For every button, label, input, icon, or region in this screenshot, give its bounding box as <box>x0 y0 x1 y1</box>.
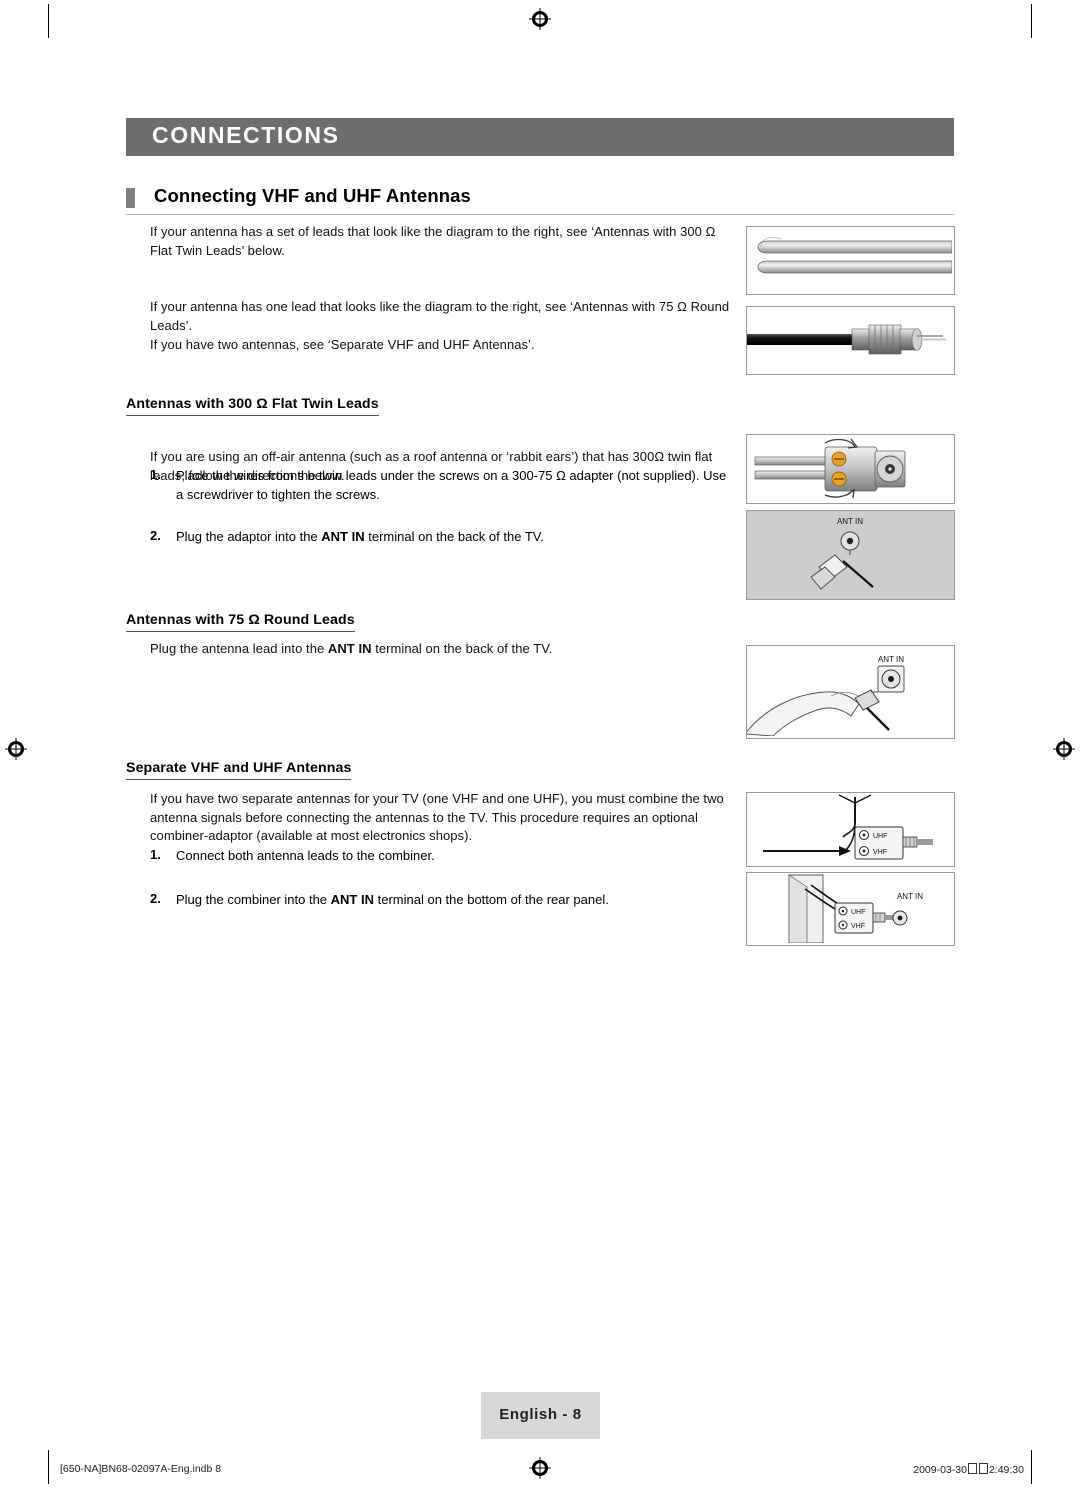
figure-flat-twin-leads <box>746 226 955 295</box>
manual-page: CONNECTIONS Connecting VHF and UHF Anten… <box>0 0 1080 1488</box>
svg-text:UHF: UHF <box>873 833 887 840</box>
step2-text-part2: terminal on the back of the TV. <box>364 529 544 544</box>
figure-adaptor-into-ant-in: ANT IN <box>746 510 955 600</box>
step-number-2-300ohm: 2. <box>150 528 161 543</box>
subsection-title-75ohm: Antennas with 75 Ω Round Leads <box>126 612 355 632</box>
ant-in-label-3: ANT IN <box>330 892 374 907</box>
figure-round-lead <box>746 306 955 375</box>
figure-300-75-adapter <box>746 434 955 504</box>
paragraph-75ohm: Plug the antenna lead into the ANT IN te… <box>150 640 750 659</box>
intro-paragraph-3: If you have two antennas, see ‘Separate … <box>150 337 535 352</box>
registration-mark-top-icon <box>529 8 551 30</box>
footer-timestamp: 2009-03-30 2:49:30 <box>913 1463 1024 1476</box>
figure-combiner: UHF VHF <box>746 792 955 867</box>
step-number-1-separate: 1. <box>150 847 161 862</box>
figure-combiner-rear-panel: UHF VHF ANT IN <box>746 872 955 946</box>
crop-mark-top-right <box>1031 4 1032 38</box>
step-text-2-300ohm: Plug the adaptor into the ANT IN termina… <box>176 528 732 547</box>
step2-text-part1: Plug the adaptor into the <box>176 529 322 544</box>
page-language-label: English - 8 <box>499 1406 582 1423</box>
crop-mark-top-left <box>48 4 49 38</box>
step-text-2-separate: Plug the combiner into the ANT IN termin… <box>176 891 732 910</box>
step-text-1-300ohm: Place the wires from the twin leads unde… <box>176 468 727 502</box>
svg-text:UHF: UHF <box>851 909 865 916</box>
section-marker <box>126 188 135 208</box>
section-rule <box>126 214 954 215</box>
registration-mark-left-icon <box>5 738 27 760</box>
svg-text:ANT IN: ANT IN <box>837 517 863 526</box>
section-title: Connecting VHF and UHF Antennas <box>154 185 471 206</box>
ant-in-label-1: ANT IN <box>321 529 365 544</box>
intro-paragraph-1: If your antenna has a set of leads that … <box>150 224 716 258</box>
step-number-2-separate: 2. <box>150 891 161 906</box>
registration-mark-bottom-icon <box>529 1457 551 1479</box>
svg-text:ANT IN: ANT IN <box>897 892 923 901</box>
paragraph-separate: If you have two separate antennas for yo… <box>150 791 724 843</box>
footer-time: 2:49:30 <box>988 1464 1024 1476</box>
crop-mark-bottom-left <box>48 1450 49 1484</box>
footer-date: 2009-03-30 <box>913 1464 967 1476</box>
svg-text:VHF: VHF <box>873 849 887 856</box>
subsection-title-300ohm: Antennas with 300 Ω Flat Twin Leads <box>126 396 379 416</box>
subsection-title-separate: Separate VHF and UHF Antennas <box>126 760 352 780</box>
ant-in-label-2: ANT IN <box>327 641 372 656</box>
registration-mark-right-icon <box>1053 738 1075 760</box>
sep2-part2: terminal on the bottom of the rear panel… <box>374 892 609 907</box>
crop-mark-bottom-right <box>1031 1450 1032 1484</box>
p75-part2: terminal on the back of the TV. <box>371 641 553 656</box>
intro-paragraph-2: If your antenna has one lead that looks … <box>150 299 730 333</box>
footer-glyph-box-1 <box>967 1463 977 1474</box>
p75-part1: Plug the antenna lead into the <box>150 641 328 656</box>
figure-hand-ant-in: ANT IN <box>746 645 955 739</box>
svg-text:VHF: VHF <box>851 923 865 930</box>
svg-text:ANT IN: ANT IN <box>878 655 904 664</box>
footer-glyph-box-2 <box>978 1463 988 1474</box>
sep2-part1: Plug the combiner into the <box>176 892 331 907</box>
step-number-1-300ohm: 1. <box>150 467 161 482</box>
step-text-1-separate: Connect both antenna leads to the combin… <box>176 848 435 863</box>
footer-file-name: [650-NA]BN68-02097A-Eng.indb 8 <box>60 1463 222 1475</box>
chapter-title: CONNECTIONS <box>152 122 340 148</box>
